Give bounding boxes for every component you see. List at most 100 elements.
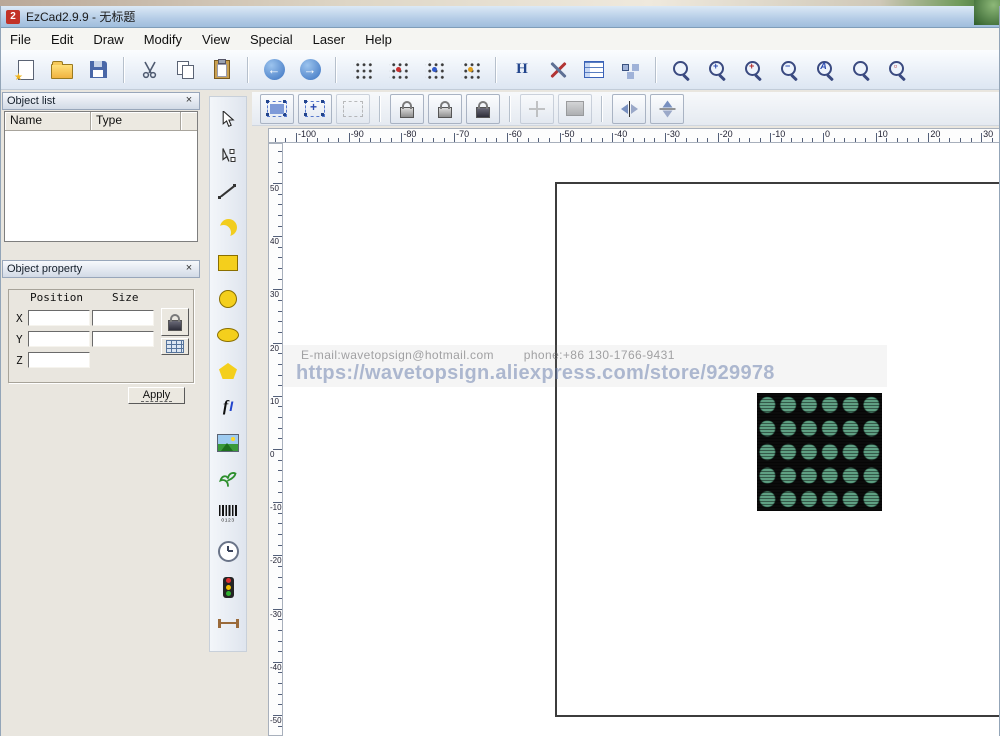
lock-x-button[interactable]: [390, 93, 424, 124]
menu-help[interactable]: Help: [355, 28, 402, 50]
axis-y-label: Y: [16, 333, 23, 346]
size-x-input[interactable]: [92, 310, 154, 326]
hatch-icon: H: [516, 61, 528, 77]
zoom-move-button[interactable]: +: [737, 55, 771, 85]
apply-button[interactable]: Apply: [128, 387, 185, 404]
param-tools-button[interactable]: [541, 55, 575, 85]
text-tool-button[interactable]: fI: [213, 392, 243, 422]
toolbar-separator: [123, 56, 125, 83]
zoom-page-button[interactable]: [845, 55, 879, 85]
dot-matrix-1-button[interactable]: [345, 55, 379, 85]
traffic-light-icon: [222, 576, 234, 598]
gray-rect-icon: [566, 101, 584, 116]
rectangle-tool-button[interactable]: [213, 248, 243, 278]
cut-button[interactable]: [133, 55, 167, 85]
undo-button[interactable]: [257, 55, 291, 85]
size-y-input[interactable]: [92, 331, 154, 347]
open-button[interactable]: [45, 55, 79, 85]
axis-cross-icon: [529, 100, 545, 117]
dot-matrix-2-button[interactable]: [381, 55, 415, 85]
ellipse-icon: [217, 328, 239, 342]
position-label: Position: [30, 291, 83, 304]
copy-icon: [177, 60, 195, 79]
object-list-header[interactable]: Object list ×: [2, 92, 200, 110]
marquee-button[interactable]: [336, 93, 370, 124]
title-bar[interactable]: 2 EzCad2.9.9 - 无标题: [0, 6, 1000, 28]
circle-icon: [219, 290, 237, 308]
vector-file-tool-button[interactable]: [213, 464, 243, 494]
new-button[interactable]: [9, 55, 43, 85]
close-icon[interactable]: ×: [183, 263, 195, 275]
cursor-icon: [222, 110, 235, 127]
circle-tool-button[interactable]: [213, 284, 243, 314]
pick-node-icon: [304, 99, 325, 117]
copy-button[interactable]: [169, 55, 203, 85]
input-port-tool-button[interactable]: [213, 572, 243, 602]
zoom-out-button[interactable]: −: [773, 55, 807, 85]
node-edit-icon: [222, 147, 236, 162]
delay-tool-button[interactable]: [213, 536, 243, 566]
h-ruler: -100 -90 -80 -70 -60 -50 -40 -30 -20 -10 0 10 20 30: [268, 128, 1000, 143]
menu-draw[interactable]: Draw: [83, 28, 133, 50]
barcode-tool-button[interactable]: 0123: [213, 500, 243, 530]
back-arrow-icon: [263, 59, 285, 80]
dot-pattern-object[interactable]: [757, 393, 882, 511]
dot-matrix-4-button[interactable]: [453, 55, 487, 85]
pick-node-button[interactable]: [298, 93, 332, 124]
menu-view[interactable]: View: [192, 28, 240, 50]
menu-special[interactable]: Special: [240, 28, 303, 50]
pick-object-button[interactable]: [260, 93, 294, 124]
close-icon[interactable]: ×: [183, 95, 195, 107]
paste-button[interactable]: [205, 55, 239, 85]
position-y-input[interactable]: [28, 331, 90, 347]
ellipse-tool-button[interactable]: [213, 320, 243, 350]
menu-edit[interactable]: Edit: [41, 28, 83, 50]
lock-aspect-button[interactable]: [161, 308, 189, 336]
dot-matrix-icon: [388, 60, 408, 79]
menu-file[interactable]: File: [0, 28, 41, 50]
node-edit-tool-button[interactable]: [213, 140, 243, 170]
marquee-icon: [343, 100, 363, 117]
menu-modify[interactable]: Modify: [134, 28, 192, 50]
save-button[interactable]: [81, 55, 115, 85]
mirror-vertical-button[interactable]: [650, 93, 684, 124]
object-property-header[interactable]: Object property ×: [2, 260, 200, 278]
param-table-button[interactable]: [161, 338, 189, 355]
object-browse-button[interactable]: [613, 55, 647, 85]
column-header-type[interactable]: Type: [91, 112, 181, 130]
mirror-horizontal-button[interactable]: [612, 93, 646, 124]
redo-button[interactable]: [293, 55, 327, 85]
lock-y-button[interactable]: [428, 93, 462, 124]
draw-toolbar: fI 0123: [209, 96, 247, 652]
watermark-line2: https://wavetopsign.aliexpress.com/store…: [296, 362, 775, 384]
polygon-tool-button[interactable]: [213, 356, 243, 386]
forward-arrow-icon: [299, 59, 321, 80]
hatch-button[interactable]: H: [505, 55, 539, 85]
column-header-name[interactable]: Name: [5, 112, 91, 130]
object-list-table[interactable]: Name Type: [4, 111, 198, 242]
object-list-button[interactable]: [577, 55, 611, 85]
output-port-tool-button[interactable]: [213, 608, 243, 638]
zoom-object-button[interactable]: ▫: [881, 55, 915, 85]
bitmap-tool-button[interactable]: [213, 428, 243, 458]
drawing-area[interactable]: E-mail:wavetopsign@hotmail.com phone:+86…: [283, 143, 1000, 736]
zoom-all-button[interactable]: A: [809, 55, 843, 85]
lock-z-button[interactable]: [466, 93, 500, 124]
axis-move-button[interactable]: [520, 93, 554, 124]
fill-button[interactable]: [558, 93, 592, 124]
scissors-icon: [142, 61, 157, 78]
menu-laser[interactable]: Laser: [303, 28, 356, 50]
magnifier-plus-icon: +: [707, 59, 729, 81]
io-port-icon: [217, 618, 239, 628]
watermark-line1: E-mail:wavetopsign@hotmail.com phone:+86…: [301, 348, 675, 362]
dot-matrix-3-button[interactable]: [417, 55, 451, 85]
dot-matrix-icon: [352, 60, 372, 79]
curve-tool-button[interactable]: [213, 212, 243, 242]
zoom-window-button[interactable]: [665, 55, 699, 85]
select-tool-button[interactable]: [213, 104, 243, 134]
line-tool-button[interactable]: [213, 176, 243, 206]
position-z-input[interactable]: [28, 352, 90, 368]
app-logo-icon: 2: [6, 9, 20, 24]
zoom-in-button[interactable]: +: [701, 55, 735, 85]
position-x-input[interactable]: [28, 310, 90, 326]
